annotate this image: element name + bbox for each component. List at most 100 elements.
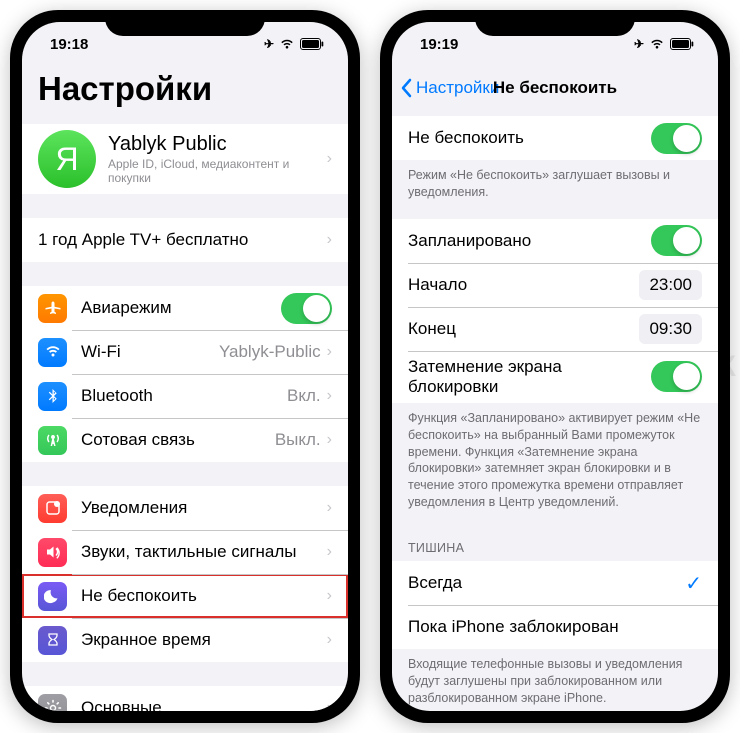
cellular-label: Сотовая связь xyxy=(81,430,275,450)
screen-right: 19:19 ✈︎ Настройки Не беспокоить Не бесп… xyxy=(392,22,718,711)
settings-content[interactable]: Настройки Я Yablyk Public Apple ID, iClo… xyxy=(22,66,348,711)
back-label: Настройки xyxy=(416,78,499,98)
notifications-icon xyxy=(38,494,67,523)
always-label: Всегда xyxy=(408,573,685,593)
screentime-label: Экранное время xyxy=(81,630,327,650)
status-icons: ✈︎ xyxy=(634,37,694,51)
from-value[interactable]: 23:00 xyxy=(639,270,702,300)
while-locked-row[interactable]: Пока iPhone заблокирован xyxy=(392,605,718,649)
silence-group: Всегда ✓ Пока iPhone заблокирован xyxy=(392,561,718,649)
screen-left: 19:18 ✈︎ Настройки Я Yablyk Public Apple… xyxy=(22,22,348,711)
chevron-right-icon: › xyxy=(327,231,332,249)
notch xyxy=(475,10,635,36)
dnd-content[interactable]: Не беспокоить Режим «Не беспокоить» загл… xyxy=(392,110,718,711)
wifi-row[interactable]: Wi-Fi Yablyk-Public › xyxy=(22,330,348,374)
notch xyxy=(105,10,265,36)
status-time: 19:18 xyxy=(50,36,110,53)
from-label: Начало xyxy=(408,275,639,295)
cellular-row[interactable]: Сотовая связь Выкл. › xyxy=(22,418,348,462)
dnd-main-group: Не беспокоить xyxy=(392,116,718,160)
airplane-icon: ✈︎ xyxy=(634,37,644,51)
nav-title: Не беспокоить xyxy=(493,78,617,98)
promo-label: 1 год Apple TV+ бесплатно xyxy=(38,230,327,250)
dnd-toggle[interactable] xyxy=(651,123,702,154)
bluetooth-label: Bluetooth xyxy=(81,386,287,406)
scheduled-row[interactable]: Запланировано xyxy=(392,219,718,263)
gear-icon xyxy=(38,694,67,712)
airplane-label: Авиарежим xyxy=(81,298,281,318)
back-button[interactable]: Настройки xyxy=(400,78,499,98)
dim-lock-row[interactable]: Затемнение экрана блокировки xyxy=(392,351,718,403)
chevron-left-icon xyxy=(400,78,412,98)
antenna-icon xyxy=(38,426,67,455)
dnd-row[interactable]: Не беспокоить › xyxy=(22,574,348,618)
hourglass-icon xyxy=(38,626,67,655)
speaker-icon xyxy=(38,538,67,567)
nav-bar: Настройки Не беспокоить xyxy=(392,66,718,110)
from-row[interactable]: Начало 23:00 xyxy=(392,263,718,307)
locked-label: Пока iPhone заблокирован xyxy=(408,617,702,637)
schedule-footer: Функция «Запланировано» активирует режим… xyxy=(392,403,718,515)
appletv-promo-row[interactable]: 1 год Apple TV+ бесплатно › xyxy=(22,218,348,262)
silence-header: ТИШИНА xyxy=(392,535,718,561)
connectivity-group: Авиарежим Wi-Fi Yablyk-Public › Bluetoot… xyxy=(22,286,348,462)
to-label: Конец xyxy=(408,319,639,339)
dim-label: Затемнение экрана блокировки xyxy=(408,357,651,397)
apple-id-row[interactable]: Я Yablyk Public Apple ID, iCloud, медиак… xyxy=(22,124,348,194)
silence-footer: Входящие телефонные вызовы и уведомления… xyxy=(392,649,718,711)
account-name: Yablyk Public xyxy=(108,133,327,156)
to-row[interactable]: Конец 09:30 xyxy=(392,307,718,351)
notifications-row[interactable]: Уведомления › xyxy=(22,486,348,530)
airplane-row[interactable]: Авиарежим xyxy=(22,286,348,330)
wifi-icon xyxy=(38,338,67,367)
always-row[interactable]: Всегда ✓ xyxy=(392,561,718,605)
account-sub: Apple ID, iCloud, медиаконтент и покупки xyxy=(108,157,327,185)
apple-id-body: Yablyk Public Apple ID, iCloud, медиакон… xyxy=(108,133,327,185)
chevron-right-icon: › xyxy=(327,343,332,361)
bluetooth-icon xyxy=(38,382,67,411)
dnd-label: Не беспокоить xyxy=(81,586,327,606)
promo-group: 1 год Apple TV+ бесплатно › xyxy=(22,218,348,262)
moon-icon xyxy=(38,582,67,611)
account-group: Я Yablyk Public Apple ID, iCloud, медиак… xyxy=(22,124,348,194)
chevron-right-icon: › xyxy=(327,499,332,517)
airplane-icon: ✈︎ xyxy=(264,37,274,51)
screentime-row[interactable]: Экранное время › xyxy=(22,618,348,662)
battery-icon xyxy=(300,38,324,50)
chevron-right-icon: › xyxy=(327,587,332,605)
page-title: Настройки xyxy=(22,66,348,118)
general-group: Основные › Пункт управления › AA Экран и… xyxy=(22,686,348,711)
to-value[interactable]: 09:30 xyxy=(639,314,702,344)
scheduled-toggle[interactable] xyxy=(651,225,702,256)
chevron-right-icon: › xyxy=(327,431,332,449)
airplane-icon xyxy=(38,294,67,323)
chevron-right-icon: › xyxy=(327,631,332,649)
battery-icon xyxy=(670,38,694,50)
system-group: Уведомления › Звуки, тактильные сигналы … xyxy=(22,486,348,662)
phone-left-frame: 19:18 ✈︎ Настройки Я Yablyk Public Apple… xyxy=(10,10,360,723)
avatar: Я xyxy=(38,130,96,188)
dim-toggle[interactable] xyxy=(651,361,702,392)
schedule-group: Запланировано Начало 23:00 Конец 09:30 З… xyxy=(392,219,718,403)
phone-right-frame: ЯБЛЫК 19:19 ✈︎ Настройки Не беспокоить Н… xyxy=(380,10,730,723)
general-row[interactable]: Основные › xyxy=(22,686,348,711)
chevron-right-icon: › xyxy=(327,699,332,711)
cellular-value: Выкл. xyxy=(275,430,321,450)
airplane-toggle[interactable] xyxy=(281,293,332,324)
bluetooth-value: Вкл. xyxy=(287,386,321,406)
wifi-value: Yablyk-Public xyxy=(219,342,321,362)
chevron-right-icon: › xyxy=(327,387,332,405)
checkmark-icon: ✓ xyxy=(685,571,702,596)
chevron-right-icon: › xyxy=(327,543,332,561)
chevron-right-icon: › xyxy=(327,150,332,168)
status-icons: ✈︎ xyxy=(264,37,324,51)
wifi-label: Wi-Fi xyxy=(81,342,219,362)
wifi-icon xyxy=(649,38,665,50)
wifi-icon xyxy=(279,38,295,50)
sounds-label: Звуки, тактильные сигналы xyxy=(81,542,327,562)
bluetooth-row[interactable]: Bluetooth Вкл. › xyxy=(22,374,348,418)
notifications-label: Уведомления xyxy=(81,498,327,518)
general-label: Основные xyxy=(81,698,327,711)
dnd-toggle-row[interactable]: Не беспокоить xyxy=(392,116,718,160)
sounds-row[interactable]: Звуки, тактильные сигналы › xyxy=(22,530,348,574)
